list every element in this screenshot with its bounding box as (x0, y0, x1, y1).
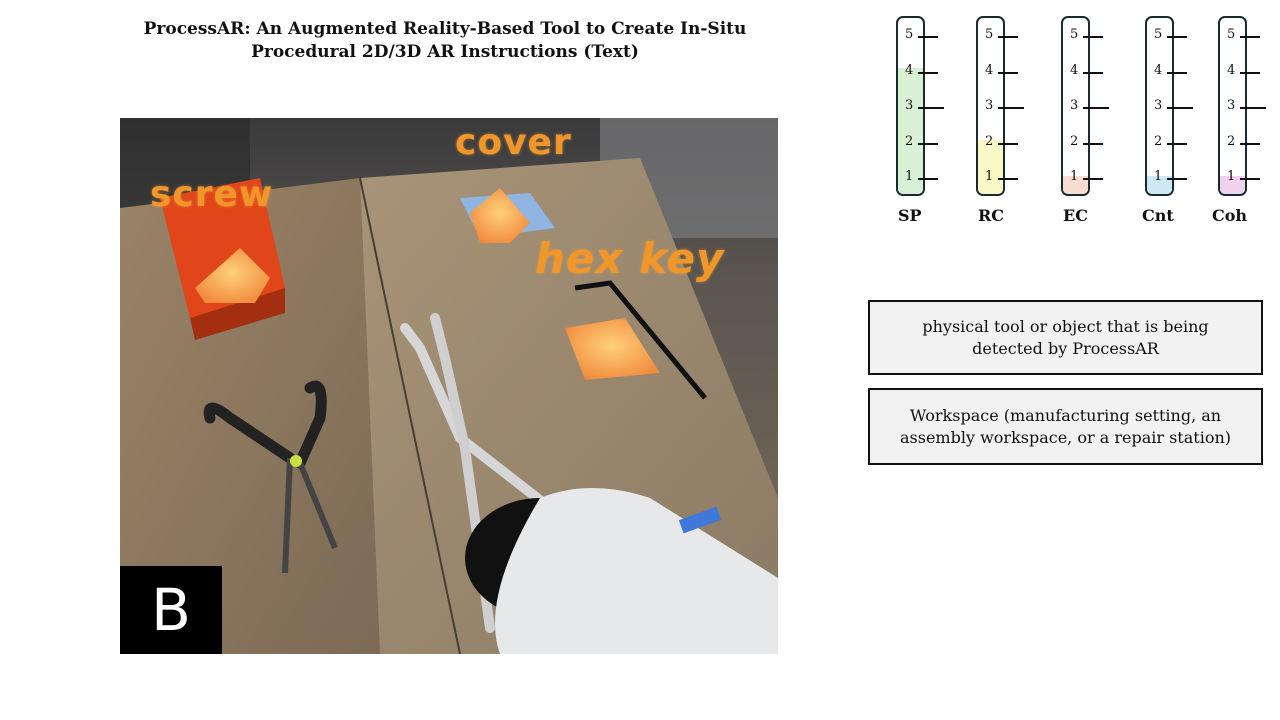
scale-tick-label: 5 (1070, 27, 1079, 42)
scale-tick-label: 5 (1154, 27, 1163, 42)
scale-tick-label: 1 (1227, 169, 1236, 184)
scale-tick (998, 36, 1018, 38)
scale-tick-label: 5 (985, 27, 994, 42)
scale-tick (1083, 36, 1103, 38)
scale-tick (1240, 71, 1260, 74)
scale-tick-label: 5 (905, 27, 914, 42)
scale-tick-label: 2 (985, 133, 994, 149)
scale-tick-label: 3 (1154, 98, 1163, 113)
scale-tick-label: 4 (1227, 62, 1236, 78)
title-line-1: ProcessAR: An Augmented Reality-Based To… (143, 19, 747, 39)
scale-tick-label: 4 (985, 62, 994, 78)
scale-tick-label: 1 (985, 169, 994, 184)
scale-tick (1083, 107, 1109, 109)
scale-name: Coh (1212, 206, 1248, 225)
scale-tick (1240, 36, 1260, 38)
scale-tick (918, 36, 938, 38)
scale-tick-label: 4 (1070, 62, 1079, 78)
scale-tick (1083, 142, 1103, 145)
ar-label-hex-key: hex key (535, 234, 725, 283)
workspace-legend-box: Workspace (manufacturing setting, an ass… (868, 388, 1263, 465)
scale-tick-label: 3 (1070, 98, 1079, 113)
ar-label-cover: cover (455, 122, 572, 163)
scale-tick-label: 4 (905, 62, 914, 78)
scale-rc: 1 2 3 4 5 RC (960, 14, 1030, 234)
rating-scales: 1 2 3 4 5 SP 1 2 3 4 5 RC 1 2 3 4 5 EC 1 2 3 4 5 Cnt 1 2 3 4 5 Coh (880, 14, 1280, 234)
scale-tick-label: 2 (905, 133, 914, 149)
scale-sp: 1 2 3 4 5 SP (880, 14, 950, 234)
scale-tick (1167, 71, 1187, 74)
scale-tick (918, 178, 938, 180)
scale-tick (1167, 178, 1187, 180)
scale-name: Cnt (1142, 206, 1174, 225)
scale-tick-label: 1 (905, 169, 914, 184)
scale-name: RC (978, 206, 1005, 225)
scale-name: EC (1063, 206, 1088, 225)
scale-tick (1240, 142, 1260, 145)
scale-tick-label: 1 (1070, 169, 1079, 184)
scale-tick (998, 178, 1018, 180)
object-legend-text: physical tool or object that is being de… (922, 316, 1209, 358)
scale-tick (1167, 142, 1187, 145)
scale-tick-label: 2 (1154, 133, 1163, 149)
scale-tick (1167, 107, 1193, 109)
scale-tick (918, 107, 944, 109)
panel-letter-badge: B (120, 566, 222, 654)
scale-tick-label: 5 (1227, 27, 1236, 42)
scale-coh: 1 2 3 4 5 Coh (1202, 14, 1272, 234)
scale-tick-label: 2 (1070, 133, 1079, 149)
page-title: ProcessAR: An Augmented Reality-Based To… (120, 18, 770, 64)
scale-ec: 1 2 3 4 5 EC (1045, 14, 1115, 234)
object-legend-box: physical tool or object that is being de… (868, 300, 1263, 375)
scale-tick (1083, 71, 1103, 74)
scale-tick (998, 71, 1018, 74)
scale-tick (1240, 107, 1266, 109)
ar-workspace-photo: screw cover hex key B (120, 118, 778, 654)
scale-tick (998, 107, 1024, 109)
scale-tick-label: 4 (1154, 62, 1163, 78)
scale-tick-label: 3 (905, 98, 914, 113)
scale-tick-label: 2 (1227, 133, 1236, 149)
scale-tick-label: 3 (985, 98, 994, 113)
scale-tick (918, 142, 938, 145)
ar-label-screw: screw (150, 174, 274, 215)
scale-name: SP (898, 206, 922, 225)
scale-cnt: 1 2 3 4 5 Cnt (1129, 14, 1199, 234)
scale-tick-label: 3 (1227, 98, 1236, 113)
scale-tick (1167, 36, 1187, 38)
scale-tick (918, 71, 938, 74)
scale-tick (1240, 178, 1260, 180)
workspace-legend-text: Workspace (manufacturing setting, an ass… (900, 405, 1231, 447)
title-line-2: Procedural 2D/3D AR Instructions (Text) (251, 42, 639, 62)
scale-tick (1083, 178, 1103, 180)
scale-tick-label: 1 (1154, 169, 1163, 184)
scale-tick (998, 142, 1018, 145)
